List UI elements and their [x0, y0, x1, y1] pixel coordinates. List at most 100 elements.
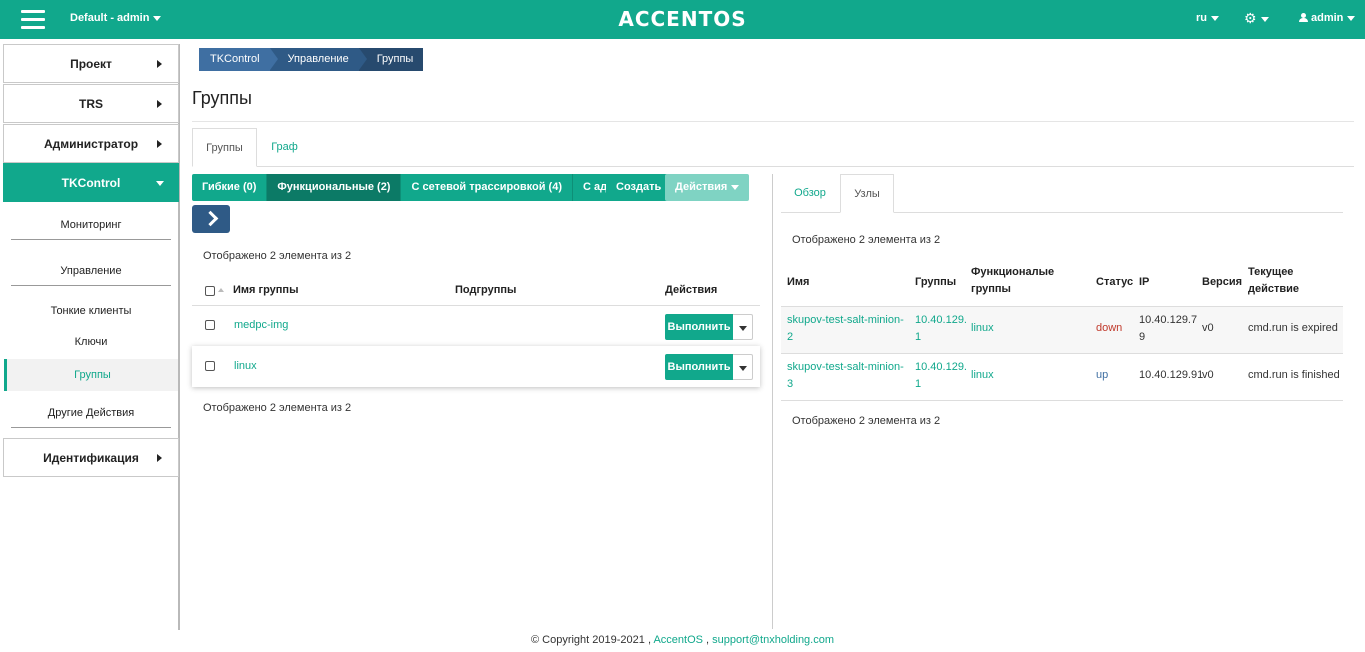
breadcrumb-item-tkcontrol[interactable]: TKControl [199, 48, 278, 71]
node-ip-cont: 9 [1139, 331, 1146, 343]
table-row: linux Выполнить [192, 346, 760, 387]
detail-tabs: Обзор Узлы [781, 174, 1343, 213]
column-header-subgroups: Подгруппы [455, 284, 517, 296]
sidebar-item-label: Администратор [43, 137, 139, 151]
tab-graph[interactable]: Граф [262, 128, 307, 167]
run-button[interactable]: Выполнить [665, 314, 733, 340]
breadcrumb-item-management[interactable]: Управление [269, 48, 367, 71]
sidebar-item-admin[interactable]: Администратор [3, 124, 179, 163]
node-func-group-link[interactable]: linux [971, 367, 994, 384]
user-menu[interactable]: admin [1299, 12, 1356, 24]
column-header-name: Имя [787, 276, 810, 288]
sidebar-item-tkcontrol[interactable]: TKControl [3, 163, 179, 202]
chevron-right-icon [157, 140, 162, 148]
node-version: v0 [1202, 369, 1214, 381]
divider [192, 121, 1354, 122]
nodes-table-header: Имя Группы Функционалые группы Статус IP… [781, 262, 1343, 307]
column-header-actions: Действия [665, 284, 718, 296]
main-tabs: Группы Граф [192, 128, 1354, 167]
chevron-down-icon [1347, 15, 1356, 21]
chevron-down-icon [156, 181, 164, 186]
breadcrumb: TKControl Управление Группы [199, 48, 424, 71]
run-button[interactable]: Выполнить [665, 354, 733, 380]
column-header-ip: IP [1139, 276, 1150, 288]
sidebar-item-thin-clients[interactable]: Тонкие клиенты [11, 305, 171, 317]
copyright-text: © Copyright 2019-2021 , [530, 634, 651, 646]
sidebar-item-management[interactable]: Управление [11, 265, 171, 286]
sidebar-item-trs[interactable]: TRS [3, 84, 179, 123]
sidebar-item-label: Проект [70, 57, 112, 71]
column-header-groups: Группы [915, 276, 957, 288]
status-badge: up [1096, 369, 1109, 381]
run-dropdown-toggle[interactable] [733, 314, 753, 340]
chevron-down-icon [1260, 16, 1269, 22]
table-row: skupov-test-salt-minion- 3 10.40.129. 1 … [781, 354, 1343, 401]
node-name-link[interactable]: skupov-test-salt-minion- [787, 312, 904, 329]
run-dropdown-toggle[interactable] [733, 354, 753, 380]
filter-tracing-button[interactable]: С сетевой трассировкой (4) [401, 174, 573, 201]
row-checkbox[interactable] [205, 361, 215, 371]
sidebar: Проект TRS Администратор TKControl Монит… [3, 44, 180, 630]
node-current-action: cmd.run is expired [1248, 322, 1338, 334]
column-header-name[interactable]: Имя группы [233, 284, 298, 296]
node-current-action: cmd.run is finished [1248, 369, 1340, 381]
panel-divider [772, 174, 773, 629]
sidebar-item-keys[interactable]: Ключи [11, 336, 171, 348]
node-ip: 10.40.129.7 [1139, 314, 1198, 326]
table-row: medpc-img Выполнить [192, 306, 760, 347]
create-button[interactable]: Создать [606, 174, 672, 201]
node-group-link-cont[interactable]: 1 [915, 329, 921, 346]
group-name-link[interactable]: linux [234, 360, 257, 372]
column-header-current-action-line2: действие [1248, 283, 1300, 295]
breadcrumb-item-groups[interactable]: Группы [358, 48, 424, 71]
chevron-right-icon [157, 100, 162, 108]
brand-logo: ACCENTOS [618, 7, 747, 31]
tab-overview[interactable]: Обзор [786, 174, 834, 213]
filter-button-group: Гибкие (0) Функциональные (2) С сетевой … [192, 174, 675, 201]
node-name-link[interactable]: skupov-test-salt-minion- [787, 359, 904, 376]
sidebar-item-project[interactable]: Проект [3, 44, 179, 83]
node-func-group-link[interactable]: linux [971, 320, 994, 337]
chevron-right-icon [157, 60, 162, 68]
tab-nodes[interactable]: Узлы [840, 174, 894, 213]
column-header-status: Статус [1096, 276, 1134, 288]
group-name-link[interactable]: medpc-img [234, 319, 288, 331]
accentos-link[interactable]: AccentOS [653, 634, 703, 646]
sidebar-item-identification[interactable]: Идентификация [3, 438, 179, 477]
sidebar-item-label: TRS [79, 97, 103, 111]
status-badge: down [1096, 322, 1123, 334]
actions-dropdown-button[interactable]: Действия [665, 174, 750, 201]
node-group-link[interactable]: 10.40.129. [915, 359, 967, 376]
select-all-checkbox[interactable] [205, 286, 215, 296]
node-name-link-cont[interactable]: 2 [787, 329, 793, 346]
column-header-version: Версия [1202, 276, 1243, 288]
sidebar-item-label: Идентификация [43, 451, 139, 465]
settings-menu[interactable]: ⚙ [1244, 10, 1269, 27]
language-selector[interactable]: ru [1196, 12, 1219, 24]
filter-functional-button[interactable]: Функциональные (2) [267, 174, 402, 201]
table-row: skupov-test-salt-minion- 2 10.40.129. 1 … [781, 307, 1343, 354]
chevron-down-icon [1211, 15, 1219, 21]
sidebar-item-groups[interactable]: Группы [4, 359, 178, 391]
sidebar-item-monitoring[interactable]: Мониторинг [11, 219, 171, 240]
node-name-link-cont[interactable]: 3 [787, 376, 793, 393]
chevron-down-icon [731, 184, 740, 190]
filter-flexible-button[interactable]: Гибкие (0) [192, 174, 268, 201]
actions-label: Действия [675, 181, 728, 193]
sidebar-item-other-actions[interactable]: Другие Действия [11, 407, 171, 428]
node-ip: 10.40.129.91 [1139, 369, 1204, 381]
node-version: v0 [1202, 322, 1214, 334]
row-checkbox[interactable] [205, 320, 215, 330]
sort-icon[interactable] [218, 288, 224, 292]
top-bar: Default - admin ACCENTOS ru ⚙ admin [0, 0, 1365, 39]
node-group-link-cont[interactable]: 1 [915, 376, 921, 393]
column-header-functional-groups-line1: Функционалые [971, 266, 1055, 278]
nodes-count-top: Отображено 2 элемента из 2 [792, 234, 941, 246]
tab-groups[interactable]: Группы [192, 128, 257, 167]
item-count-top: Отображено 2 элемента из 2 [203, 250, 352, 262]
expand-panel-button[interactable] [192, 205, 230, 233]
support-email-link[interactable]: support@tnxholding.com [712, 634, 834, 646]
node-group-link[interactable]: 10.40.129. [915, 312, 967, 329]
groups-table-header: Имя группы Подгруппы Действия [192, 280, 760, 306]
nodes-count-bottom: Отображено 2 элемента из 2 [792, 415, 941, 427]
